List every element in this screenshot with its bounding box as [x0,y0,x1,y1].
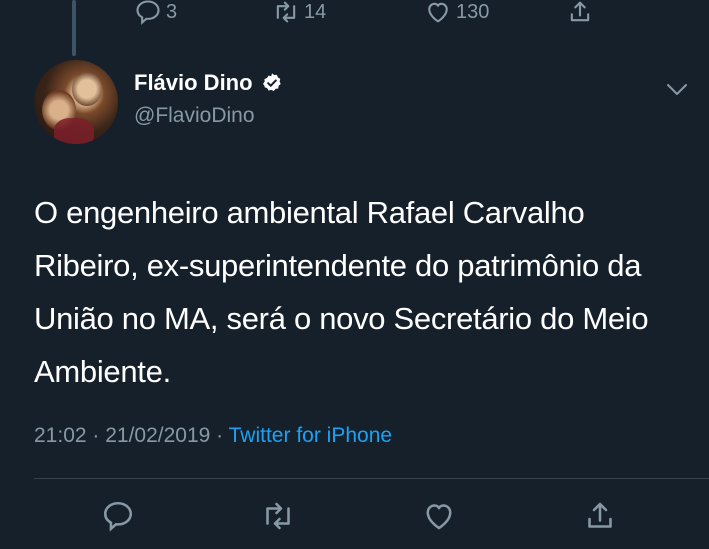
author-name-row[interactable]: Flávio Dino [134,70,283,96]
tweet-metadata: 21:02 · 21/02/2019 · Twitter for iPhone [34,424,392,448]
heart-icon [426,504,452,530]
heart-icon [428,2,448,23]
author-display-name[interactable]: Flávio Dino [134,70,253,96]
share-button[interactable] [582,498,618,534]
author-handle[interactable]: @FlavioDino [134,104,255,128]
reply-button[interactable] [100,498,136,534]
avatar[interactable] [34,60,118,144]
previous-like-count: 130 [456,0,490,23]
share-icon [588,502,612,528]
tweet-action-bar [0,498,709,538]
previous-like-action[interactable]: 130 [424,0,489,26]
previous-tweet-actions: 3 14 130 [0,0,709,28]
verified-badge-icon [262,73,281,91]
previous-reply-count: 3 [166,0,178,23]
retweet-icon [266,502,290,530]
divider [34,478,709,479]
tweet-date: 21/02/2019 [105,424,211,447]
meta-separator: · [210,424,229,447]
reply-icon [136,0,160,25]
retweet-button[interactable] [260,498,296,534]
share-icon [570,1,590,22]
reply-icon [103,501,133,532]
tweet-source-link[interactable]: Twitter for iPhone [229,424,392,447]
tweet-time: 21:02 [34,424,87,447]
like-button[interactable] [421,498,457,534]
previous-reply-action[interactable]: 3 [134,0,177,26]
previous-share-action[interactable] [566,0,594,26]
retweet-icon [276,1,296,23]
meta-separator: · [86,424,106,447]
tweet-text: O engenheiro ambiental Rafael Carvalho R… [34,195,649,389]
previous-retweet-count: 14 [304,0,327,23]
chevron-down-icon[interactable] [664,80,690,98]
previous-retweet-action[interactable]: 14 [272,0,326,26]
